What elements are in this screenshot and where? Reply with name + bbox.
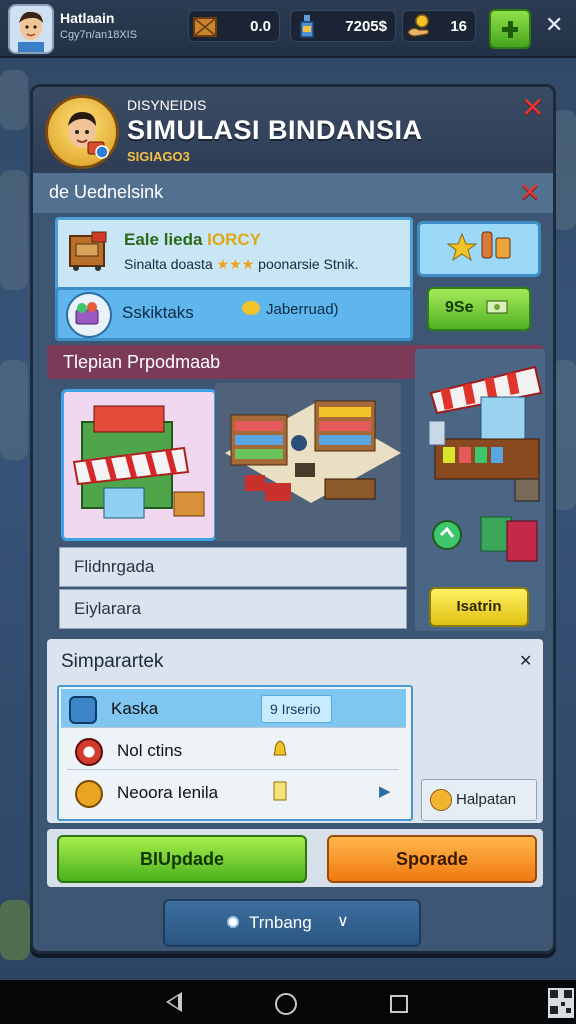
coin-icon (430, 789, 452, 811)
add-currency-button[interactable] (489, 9, 531, 49)
operate-button-label: Sporade (395, 849, 469, 869)
resource-coins-value: 16 (450, 18, 467, 35)
shop-exterior-icon (64, 392, 214, 538)
background-tile (0, 900, 30, 960)
home-icon[interactable] (275, 993, 297, 1015)
list-item[interactable]: Kaska 9 Irserio (61, 689, 406, 728)
close-icon[interactable]: ✕ (545, 12, 563, 38)
collapse-icon[interactable]: ✕ (519, 651, 532, 671)
top-hud: Hatlaain Cgy7n/an18XIS 0.0 7205$ 16 ✕ (0, 0, 576, 58)
help-button-label: Halpatan (456, 791, 517, 808)
inventory-title: Simparartek (61, 651, 164, 672)
resource-bottles-value: 7205$ (345, 18, 387, 35)
shop-exterior-card[interactable] (61, 389, 217, 541)
upgrade-button-label: BIUpdade (139, 849, 224, 869)
panel-kicker: DISYNEIDIS (127, 97, 207, 113)
resource-coins[interactable]: 16 (402, 10, 476, 42)
shopkeeper-portrait-icon (68, 112, 109, 159)
simulation-panel: DISYNEIDIS SIMULASI BINDANSIA SIGIAGO3 ✕… (30, 84, 556, 954)
market-stall-icon (428, 365, 543, 562)
featured-items-button[interactable] (417, 221, 541, 277)
crate-icon (69, 231, 107, 271)
item-tag-text: 9 Irserio (270, 701, 321, 717)
shop-interior-icon (225, 400, 401, 503)
bell-icon (273, 740, 287, 756)
store-section-title: Tlepian Prpodmaab (63, 352, 221, 372)
upgrade-button[interactable]: BIUpdade (57, 835, 307, 883)
dropdown-button[interactable]: Trnbang ∨ (163, 899, 421, 947)
buy-button[interactable]: 9Se (427, 287, 531, 331)
item-tag: 9 Irserio (261, 695, 332, 723)
store-option-row[interactable]: Flidnrgada (59, 547, 407, 587)
list-item-label: Neoora Ienila (117, 783, 219, 802)
rating-stars: ★★★ (216, 256, 255, 272)
gem-icon (69, 696, 97, 724)
crate-icon (193, 17, 217, 37)
player-avatar[interactable] (8, 4, 54, 54)
info-card: Eale lieda IORCY Sinalta doasta ★★★ poon… (55, 217, 413, 293)
resource-crates-value: 0.0 (250, 18, 271, 35)
chevron-right-icon[interactable]: ▶ (379, 782, 391, 800)
resource-bottles[interactable]: 7205$ (290, 10, 396, 42)
red-orb-icon (75, 738, 103, 766)
panel-title: SIMULASI BINDANSIA (127, 115, 423, 145)
tip-row[interactable]: Sskiktaks Jaberruad) (55, 287, 413, 341)
list-item-label: Kaska (111, 699, 159, 718)
radio-dot-icon (227, 916, 239, 928)
bottle-icon (300, 15, 314, 38)
operate-button[interactable]: Sporade (327, 835, 537, 883)
qr-code-icon (548, 988, 574, 1018)
info-text-a: Sinalta doasta (124, 256, 213, 272)
tip-label: Sskiktaks (122, 303, 194, 322)
panel-subtitle: SIGIAGO3 (127, 149, 190, 164)
coin-hand-icon (407, 14, 430, 37)
list-item[interactable]: Neoora Ienila ▶ (67, 773, 399, 811)
inventory-section: Simparartek ✕ Kaska 9 Irserio Nol ctins … (47, 639, 543, 823)
help-button[interactable]: Halpatan (421, 779, 537, 821)
inventory-list: Kaska 9 Irserio Nol ctins Neoora Ienila … (57, 685, 413, 821)
store-option-row[interactable]: Eiylarara (59, 589, 407, 629)
dropdown-label: Trnbang (249, 913, 312, 932)
avatar-portrait-icon (10, 6, 52, 52)
player-name: Hatlaain (60, 10, 115, 26)
info-title-text: Eale lieda (124, 230, 203, 249)
store-option-label: Flidnrgada (74, 557, 155, 576)
info-title-highlight: IORCY (207, 230, 262, 249)
gold-coin-icon (75, 780, 103, 808)
tip-value-text: Jaberruad) (266, 301, 339, 318)
close-panel-icon[interactable]: ✕ (521, 91, 544, 124)
background-tile (0, 70, 28, 130)
list-item-label: Nol ctins (117, 741, 183, 760)
info-description: Sinalta doasta ★★★ poonarsie Stnik. (124, 256, 359, 273)
info-title: Eale lieda IORCY (124, 230, 261, 250)
shop-interior-card[interactable] (215, 383, 401, 541)
action-bar: BIUpdade Sporade (47, 829, 543, 887)
cash-icon (486, 300, 508, 314)
tip-value: Jaberruad) (242, 301, 339, 318)
section-header: de Uednelsink (33, 173, 553, 213)
note-icon (273, 781, 287, 801)
coin-icon (242, 301, 260, 315)
list-item[interactable]: Nol ctins (67, 731, 399, 770)
info-text-b: poonarsie Stnik. (258, 256, 359, 272)
store-buy-button[interactable]: Isatrin (429, 587, 529, 627)
back-icon[interactable] (166, 992, 182, 1012)
store-option-label: Eiylarara (74, 599, 142, 618)
background-tile (0, 170, 28, 290)
shopkeeper-logo (45, 95, 119, 169)
background-tile (0, 360, 28, 460)
panel-header: DISYNEIDIS SIMULASI BINDANSIA SIGIAGO3 ✕ (33, 87, 553, 173)
market-stall-card: Isatrin (415, 349, 545, 631)
store-buy-button-label: Isatrin (456, 598, 502, 615)
items-bundle-icon (446, 231, 511, 262)
recents-icon[interactable] (390, 995, 408, 1013)
gift-basket-icon (66, 292, 112, 338)
chevron-down-icon: ∨ (337, 913, 349, 930)
resource-crates[interactable]: 0.0 (188, 10, 280, 42)
buy-button-label: 9Se (445, 299, 474, 316)
player-id: Cgy7n/an18XIS (60, 29, 138, 41)
close-section-icon[interactable]: ✕ (519, 177, 541, 208)
section-title: de Uednelsink (49, 182, 164, 202)
